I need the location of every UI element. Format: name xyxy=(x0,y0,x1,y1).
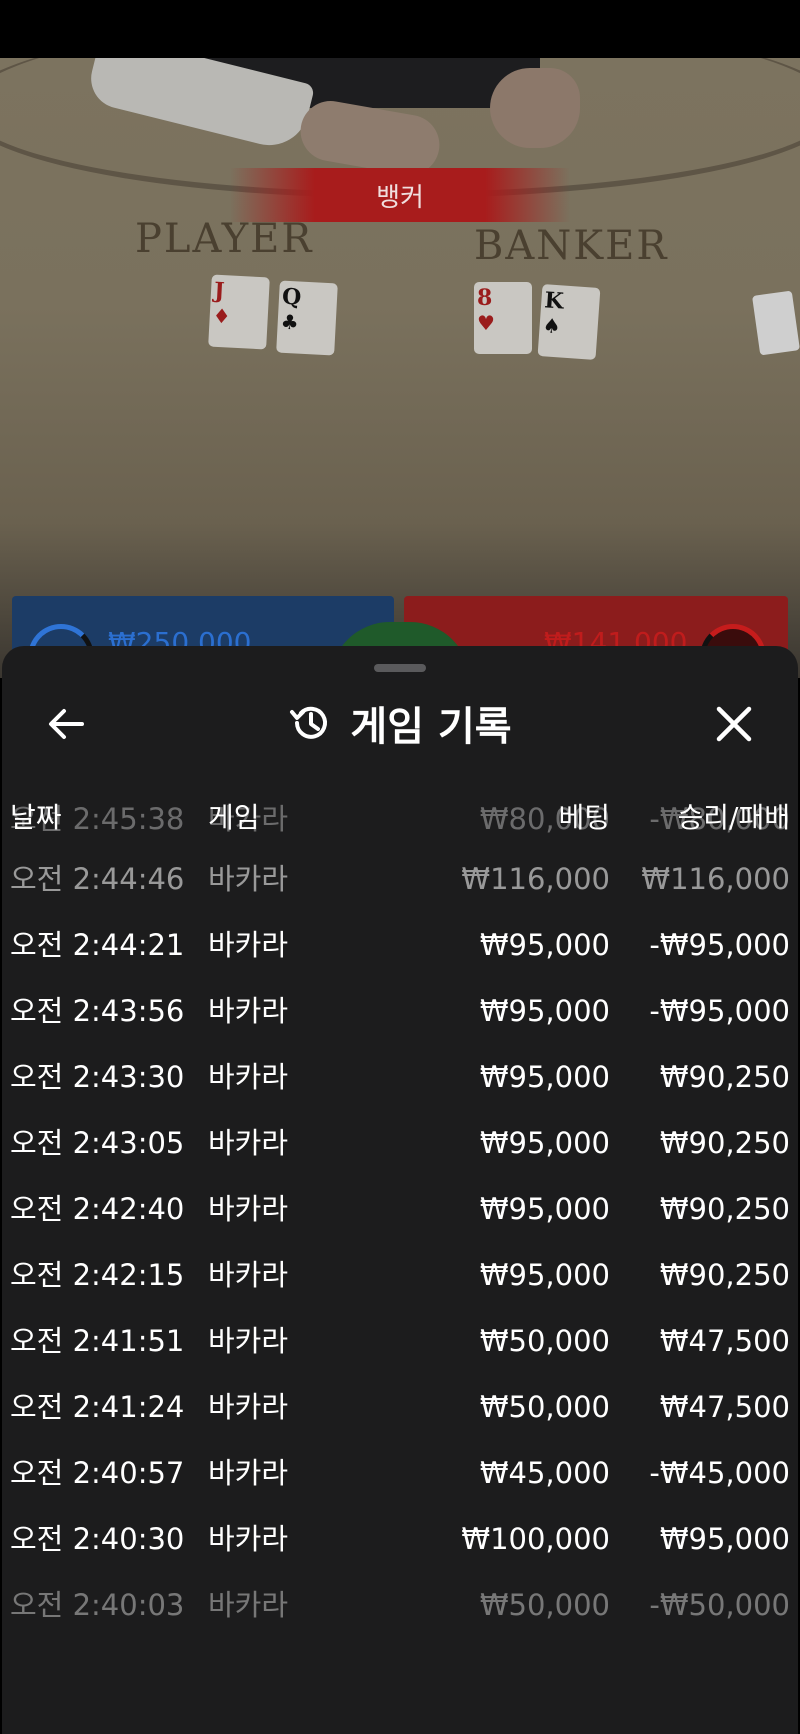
close-button[interactable] xyxy=(706,696,762,752)
table-row[interactable]: 오전 2:43:30 바카라 ₩95,000 ₩90,250 xyxy=(2,1044,798,1110)
player-label: PLAYER xyxy=(135,216,314,262)
table-row[interactable]: 오전 2:44:46 바카라 ₩116,000 ₩116,000 xyxy=(2,846,798,912)
card-shoe xyxy=(752,290,800,356)
banker-card-2: K ♠ xyxy=(537,284,601,360)
game-history-sheet: 게임 기록 날짜 게임 베팅 승리/패배 오전 2:45:38 바카라 ₩80,… xyxy=(2,646,798,1734)
close-icon xyxy=(716,706,752,742)
table-row[interactable]: 오전 2:43:05 바카라 ₩95,000 ₩90,250 xyxy=(2,1110,798,1176)
banker-card-1: 8 ♥ xyxy=(474,282,532,354)
table-row[interactable]: 오전 2:45:38 바카라 ₩80,000 -₩80,000 xyxy=(2,786,798,852)
table-row[interactable]: 오전 2:41:24 바카라 ₩50,000 ₩47,500 xyxy=(2,1374,798,1440)
table-row[interactable]: 오전 2:44:21 바카라 ₩95,000 -₩95,000 xyxy=(2,912,798,978)
table-row[interactable]: 오전 2:41:51 바카라 ₩50,000 ₩47,500 xyxy=(2,1308,798,1374)
table-row[interactable]: 오전 2:40:30 바카라 ₩100,000 ₩95,000 xyxy=(2,1506,798,1572)
history-list[interactable]: 오전 2:45:38 바카라 ₩80,000 -₩80,000 오전 2:44:… xyxy=(2,802,798,1706)
table-row[interactable]: 오전 2:42:40 바카라 ₩95,000 ₩90,250 xyxy=(2,1176,798,1242)
history-icon xyxy=(290,706,328,739)
live-table-video: 뱅커 PLAYER BANKER J ♦ Q ♣ 8 ♥ K ♠ xyxy=(0,58,800,678)
player-card-1: J ♦ xyxy=(208,274,270,350)
table-row[interactable]: 오전 2:43:56 바카라 ₩95,000 -₩95,000 xyxy=(2,978,798,1044)
player-card-2: Q ♣ xyxy=(276,280,338,356)
status-bar xyxy=(0,0,800,58)
sheet-header: 게임 기록 xyxy=(2,688,798,758)
banker-label: BANKER xyxy=(474,223,669,269)
winner-banner: 뱅커 xyxy=(230,168,570,222)
dealer-hand-right xyxy=(490,68,580,148)
sheet-drag-handle[interactable] xyxy=(374,664,426,672)
table-row[interactable]: 오전 2:42:15 바카라 ₩95,000 ₩90,250 xyxy=(2,1242,798,1308)
page-title: 게임 기록 xyxy=(350,704,512,750)
table-row[interactable]: 오전 2:40:57 바카라 ₩45,000 -₩45,000 xyxy=(2,1440,798,1506)
table-row[interactable]: 오전 2:40:03 바카라 ₩50,000 -₩50,000 xyxy=(2,1572,798,1638)
